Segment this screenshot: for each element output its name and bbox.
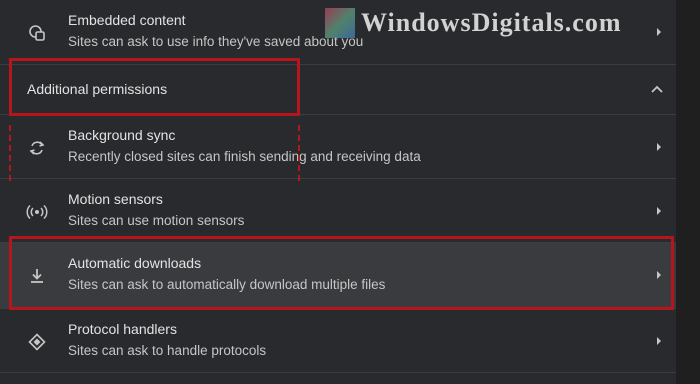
automatic-downloads-row[interactable]: Automatic downloads Sites can ask to aut…	[0, 242, 676, 308]
chevron-right-icon	[652, 139, 666, 155]
section-label: Additional permissions	[27, 81, 168, 97]
protocol-handlers-row[interactable]: Protocol handlers Sites can ask to handl…	[0, 308, 676, 372]
motion-sensors-title: Motion sensors	[68, 191, 163, 207]
chevron-up-icon[interactable]	[648, 81, 666, 97]
chevron-right-icon	[652, 333, 666, 349]
next-row-edge	[0, 372, 676, 384]
embedded-content-title: Embedded content	[68, 12, 186, 28]
sensors-icon	[26, 201, 48, 223]
chevron-right-icon	[652, 203, 666, 219]
motion-sensors-desc: Sites can use motion sensors	[68, 213, 245, 228]
background-sync-title: Background sync	[68, 127, 176, 143]
right-gutter	[676, 0, 700, 384]
background-sync-desc: Recently closed sites can finish sending…	[68, 149, 421, 164]
additional-permissions-header[interactable]: Additional permissions	[0, 64, 676, 114]
site-settings-panel: Embedded content Sites can ask to use in…	[0, 0, 676, 384]
download-icon	[26, 265, 48, 287]
embedded-content-desc: Sites can ask to use info they've saved …	[68, 34, 364, 49]
motion-sensors-row[interactable]: Motion sensors Sites can use motion sens…	[0, 178, 676, 242]
watermark-logo-icon	[325, 8, 355, 38]
chevron-right-icon	[652, 267, 666, 283]
embedded-content-icon	[26, 22, 48, 44]
protocol-handler-icon	[26, 331, 48, 353]
background-sync-row[interactable]: Background sync Recently closed sites ca…	[0, 114, 676, 178]
automatic-downloads-desc: Sites can ask to automatically download …	[68, 277, 386, 292]
sync-icon	[26, 137, 48, 159]
protocol-handlers-desc: Sites can ask to handle protocols	[68, 343, 267, 358]
protocol-handlers-title: Protocol handlers	[68, 321, 177, 337]
watermark-logo: WindowsDigitals.com	[325, 6, 695, 40]
automatic-downloads-title: Automatic downloads	[68, 255, 202, 271]
watermark-text: WindowsDigitals.com	[361, 8, 622, 37]
